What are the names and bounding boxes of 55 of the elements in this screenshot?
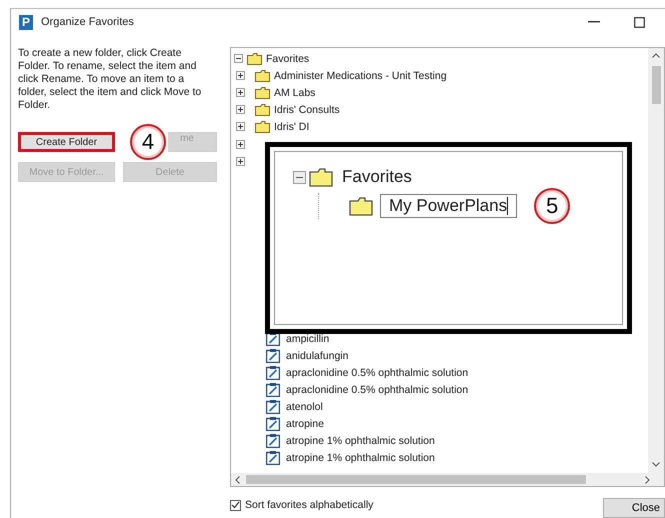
step-badge: 5	[534, 188, 570, 224]
expand-icon[interactable]	[236, 88, 245, 97]
expand-icon[interactable]	[236, 105, 245, 114]
tree-item[interactable]: atropine 1% ophthalmic solution	[286, 452, 435, 464]
window-title: Organize Favorites	[41, 16, 135, 28]
tree-item[interactable]: Idris' Consults	[274, 104, 340, 116]
folder-icon	[255, 104, 270, 116]
rename-field[interactable]: My PowerPlans	[380, 194, 518, 218]
tree-item[interactable]: Favorites	[266, 52, 310, 64]
collapse-icon[interactable]	[234, 54, 243, 63]
checkbox[interactable]	[230, 500, 241, 510]
document-icon	[266, 416, 280, 430]
tree-item[interactable]: Favorites	[342, 167, 412, 187]
horizontal-scrollbar[interactable]	[231, 473, 664, 486]
tree-item[interactable]: Administer Medications - Unit Testing	[274, 70, 447, 82]
expand-icon[interactable]	[236, 71, 245, 80]
tree-item[interactable]: AM Labs	[274, 86, 316, 98]
instructions-text: To create a new folder, click Create Folder. To rename, select the item and click Rename. To move an item to a folder, select the item and click Move to Folder.	[18, 47, 202, 112]
minimize-icon[interactable]	[588, 21, 600, 23]
expand-icon[interactable]	[236, 122, 245, 131]
scroll-up-icon[interactable]	[652, 53, 660, 58]
scroll-down-icon[interactable]	[652, 462, 660, 467]
tree-item[interactable]: Idris' DI	[274, 120, 310, 132]
tree-item[interactable]: apraclonidine 0.5% ophthalmic solution	[286, 366, 468, 378]
folder-icon	[309, 168, 333, 186]
scroll-right-icon[interactable]	[645, 476, 650, 484]
scroll-thumb[interactable]	[652, 66, 660, 104]
document-icon	[266, 400, 280, 414]
document-icon	[266, 434, 280, 448]
document-icon	[266, 382, 280, 396]
scroll-thumb[interactable]	[246, 475, 586, 484]
tree-item[interactable]: apraclonidine 0.5% ophthalmic solution	[286, 384, 468, 396]
collapse-icon[interactable]	[293, 170, 306, 184]
folder-icon	[349, 196, 373, 216]
dialog-button[interactable]: Create Folder	[18, 132, 115, 152]
checkbox-label: Sort favorites alphabetically	[245, 499, 374, 511]
folder-icon	[255, 120, 270, 132]
maximize-icon[interactable]	[634, 16, 645, 28]
expand-icon[interactable]	[236, 140, 245, 149]
close-button[interactable]: Close	[603, 498, 665, 518]
folder-icon	[247, 52, 262, 64]
folder-icon	[255, 70, 270, 82]
tree-item[interactable]: anidulafungin	[286, 350, 348, 362]
folder-icon	[255, 86, 270, 98]
app-icon: P	[19, 14, 33, 30]
document-icon	[266, 366, 280, 380]
tree-item[interactable]: atropine 1% ophthalmic solution	[286, 434, 435, 446]
expand-icon[interactable]	[236, 157, 245, 166]
scroll-left-icon[interactable]	[235, 476, 240, 484]
document-icon	[266, 450, 280, 464]
vertical-scrollbar[interactable]	[648, 48, 664, 473]
document-icon	[266, 348, 280, 362]
tree-item[interactable]: atropine	[286, 418, 324, 430]
tree-item[interactable]: ampicillin	[286, 332, 330, 344]
tree-item[interactable]: atenolol	[286, 400, 323, 412]
